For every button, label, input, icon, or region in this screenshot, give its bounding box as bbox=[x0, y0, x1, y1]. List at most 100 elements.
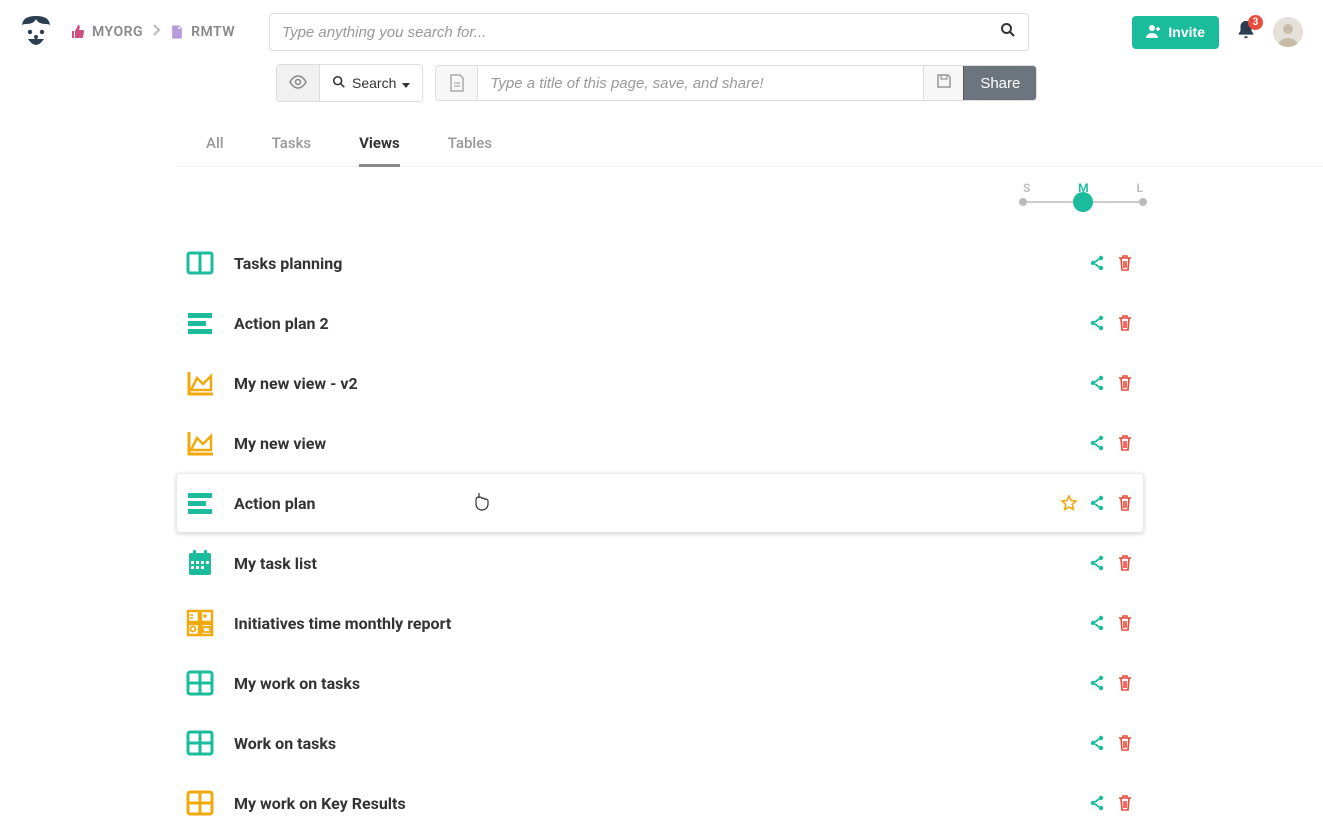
delete-item-button[interactable] bbox=[1116, 734, 1134, 752]
breadcrumb: MYORG RMTW bbox=[70, 23, 235, 41]
user-plus-icon bbox=[1146, 24, 1162, 41]
delete-item-button[interactable] bbox=[1116, 314, 1134, 332]
view-title[interactable]: Action plan 2 bbox=[234, 314, 1068, 333]
delete-item-button[interactable] bbox=[1116, 494, 1134, 512]
calendar-icon bbox=[186, 549, 214, 577]
size-l-label: L bbox=[1136, 181, 1143, 195]
view-row[interactable]: Initiatives time monthly report bbox=[176, 593, 1144, 653]
row-actions bbox=[1060, 494, 1134, 512]
grid-icon bbox=[186, 729, 214, 757]
size-s-label: S bbox=[1023, 181, 1030, 195]
search-dropdown-label: Search bbox=[352, 75, 396, 91]
view-row[interactable]: My new view bbox=[176, 413, 1144, 473]
search-dropdown-button[interactable]: Search bbox=[319, 65, 422, 101]
visibility-button[interactable] bbox=[277, 65, 319, 101]
view-title[interactable]: My new view - v2 bbox=[234, 374, 1068, 393]
notifications-button[interactable]: 3 bbox=[1233, 19, 1259, 45]
share-item-button[interactable] bbox=[1088, 494, 1106, 512]
tab-tables[interactable]: Tables bbox=[448, 134, 492, 166]
notification-badge: 3 bbox=[1248, 15, 1263, 30]
global-search[interactable] bbox=[269, 13, 1029, 51]
view-title[interactable]: Work on tasks bbox=[234, 734, 1068, 753]
view-title[interactable]: My new view bbox=[234, 434, 1068, 453]
share-item-button[interactable] bbox=[1088, 434, 1106, 452]
topbar-right: Invite 3 bbox=[1132, 16, 1307, 49]
row-actions bbox=[1088, 674, 1134, 692]
row-actions bbox=[1088, 374, 1134, 392]
view-title[interactable]: Action plan bbox=[234, 494, 1040, 513]
delete-item-button[interactable] bbox=[1116, 254, 1134, 272]
avatar[interactable] bbox=[1273, 17, 1303, 47]
view-row[interactable]: My task list bbox=[176, 533, 1144, 593]
app-logo[interactable] bbox=[16, 12, 56, 52]
share-item-button[interactable] bbox=[1088, 674, 1106, 692]
share-item-button[interactable] bbox=[1088, 794, 1106, 812]
size-handle[interactable] bbox=[1073, 192, 1093, 212]
eye-icon bbox=[289, 75, 307, 92]
invite-button[interactable]: Invite bbox=[1132, 16, 1219, 49]
area-chart-icon bbox=[186, 429, 214, 457]
breadcrumb-org-label: MYORG bbox=[92, 24, 143, 40]
area-chart-icon bbox=[186, 369, 214, 397]
view-row[interactable]: Action plan bbox=[176, 473, 1144, 533]
toolbar: Search Share bbox=[0, 64, 1323, 102]
tabs: All Tasks Views Tables bbox=[176, 134, 1323, 167]
size-tick-l[interactable] bbox=[1139, 198, 1147, 206]
page-icon bbox=[436, 66, 478, 100]
save-button[interactable] bbox=[923, 66, 963, 100]
share-item-button[interactable] bbox=[1088, 614, 1106, 632]
share-item-button[interactable] bbox=[1088, 554, 1106, 572]
view-search-group: Search bbox=[276, 64, 423, 102]
delete-item-button[interactable] bbox=[1116, 434, 1134, 452]
view-row[interactable]: My new view - v2 bbox=[176, 353, 1144, 413]
breadcrumb-org[interactable]: MYORG bbox=[70, 24, 143, 40]
view-row[interactable]: Tasks planning bbox=[176, 233, 1144, 293]
delete-item-button[interactable] bbox=[1116, 674, 1134, 692]
delete-item-button[interactable] bbox=[1116, 374, 1134, 392]
share-item-button[interactable] bbox=[1088, 254, 1106, 272]
row-actions bbox=[1088, 434, 1134, 452]
delete-item-button[interactable] bbox=[1116, 794, 1134, 812]
tab-all[interactable]: All bbox=[206, 134, 224, 166]
view-title[interactable]: Initiatives time monthly report bbox=[234, 614, 1068, 633]
tab-views[interactable]: Views bbox=[359, 134, 400, 167]
chevron-right-icon bbox=[151, 23, 161, 41]
size-tick-s[interactable] bbox=[1019, 198, 1027, 206]
breadcrumb-project-label: RMTW bbox=[191, 24, 235, 40]
view-title[interactable]: My task list bbox=[234, 554, 1068, 573]
share-item-button[interactable] bbox=[1088, 314, 1106, 332]
topbar: MYORG RMTW Invite 3 bbox=[0, 0, 1323, 60]
save-icon bbox=[936, 73, 952, 93]
page-title-bar: Share bbox=[435, 65, 1037, 101]
list-icon bbox=[186, 309, 214, 337]
grid-icon bbox=[186, 669, 214, 697]
page-title-input[interactable] bbox=[478, 66, 923, 100]
delete-item-button[interactable] bbox=[1116, 554, 1134, 572]
dashboard-icon bbox=[186, 609, 214, 637]
view-row[interactable]: My work on tasks bbox=[176, 653, 1144, 713]
size-slider[interactable]: S M L bbox=[1023, 181, 1143, 203]
view-title[interactable]: My work on tasks bbox=[234, 674, 1068, 693]
search-icon[interactable] bbox=[1000, 22, 1016, 42]
caret-down-icon bbox=[402, 75, 410, 91]
share-item-button[interactable] bbox=[1088, 734, 1106, 752]
invite-label: Invite bbox=[1168, 24, 1205, 40]
view-title[interactable]: My work on Key Results bbox=[234, 794, 1068, 813]
row-actions bbox=[1088, 554, 1134, 572]
view-row[interactable]: Action plan 2 bbox=[176, 293, 1144, 353]
delete-item-button[interactable] bbox=[1116, 614, 1134, 632]
share-button[interactable]: Share bbox=[963, 66, 1036, 100]
breadcrumb-project[interactable]: RMTW bbox=[169, 24, 235, 40]
row-actions bbox=[1088, 254, 1134, 272]
view-row[interactable]: Work on tasks bbox=[176, 713, 1144, 773]
search-input[interactable] bbox=[282, 24, 992, 41]
view-row[interactable]: My work on Key Results bbox=[176, 773, 1144, 833]
row-actions bbox=[1088, 614, 1134, 632]
favorite-button[interactable] bbox=[1060, 494, 1078, 512]
size-track[interactable] bbox=[1023, 201, 1143, 203]
tab-tasks[interactable]: Tasks bbox=[272, 134, 312, 166]
search-icon bbox=[332, 75, 346, 92]
share-item-button[interactable] bbox=[1088, 374, 1106, 392]
view-title[interactable]: Tasks planning bbox=[234, 254, 1068, 273]
kanban-icon bbox=[186, 249, 214, 277]
